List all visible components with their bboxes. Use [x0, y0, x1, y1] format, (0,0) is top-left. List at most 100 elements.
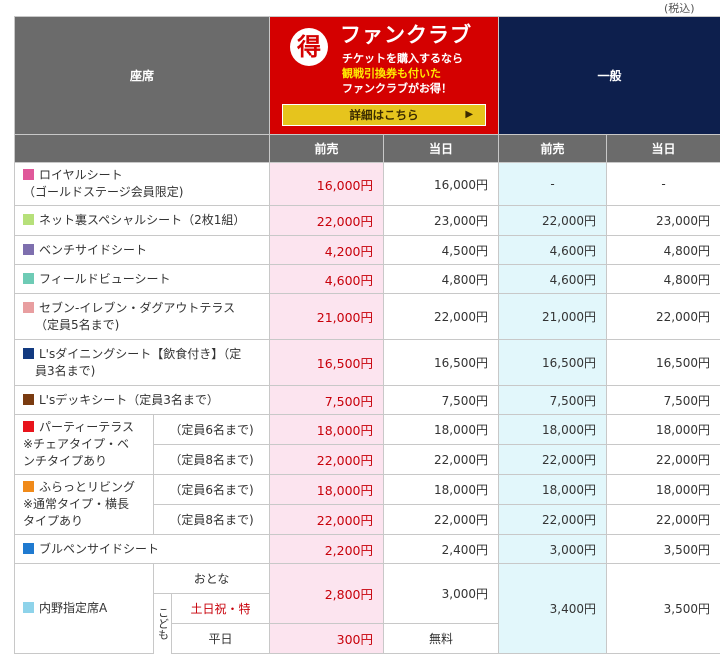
capacity-label: （定員8名まで) — [152, 504, 271, 535]
seat-subheader-blank — [13, 134, 271, 163]
bench-swatch — [23, 243, 34, 255]
seat-name-cell: ブルペンサイドシート — [13, 534, 271, 564]
adult-label: おとな — [152, 563, 271, 594]
fan-dayof-price: 7,500円 — [383, 385, 500, 415]
seat-name: ロイヤルシート — [39, 168, 123, 182]
seat-name-cell: ネット裏スペシャルシート（2枚1組） — [13, 205, 271, 236]
seat-name-cell: ロイヤルシート （ゴールドステージ会員限定) — [13, 162, 271, 206]
general-dayof-price: 22,000円 — [606, 444, 720, 475]
fan-presale-price: 4,200円 — [269, 235, 385, 265]
table-row: L'sダイニングシート【飲食付き】（定 員3名まで) 16,500円 16,50… — [13, 339, 720, 386]
fanclub-promo-line1: チケットを購入するなら — [342, 52, 464, 65]
child-label: こども — [154, 593, 172, 654]
table-row: ベンチサイドシート 4,200円 4,500円 4,600円 4,800円 — [13, 235, 720, 265]
seat-name-cell: フィールドビューシート — [13, 264, 271, 294]
seat-note: 員3名まで) — [35, 363, 96, 378]
fan-presale-price: 4,600円 — [269, 264, 385, 294]
seat-note: （定員5名まで) — [35, 317, 120, 332]
fanclub-details-button[interactable]: 詳細はこちら ▶ — [282, 104, 487, 126]
seat-name: L'sダイニングシート【飲食付き】（定 — [39, 346, 242, 361]
general-dayof-price: 23,000円 — [606, 205, 720, 236]
seat-name-cell: セブン-イレブン・ダグアウトテラス （定員5名まで) — [13, 293, 271, 340]
seven-swatch — [23, 301, 34, 313]
general-dayof-price: 22,000円 — [606, 504, 720, 535]
general-presale-price: 4,600円 — [498, 264, 608, 294]
general-presale-price: 16,500円 — [498, 339, 608, 386]
fan-dayof-price: 4,800円 — [383, 264, 500, 294]
table-row: ネット裏スペシャルシート（2枚1組） 22,000円 23,000円 22,00… — [13, 205, 720, 236]
fan-presale-price: 16,000円 — [269, 162, 385, 206]
seat-name: L'sデッキシート（定員3名まで） — [39, 392, 219, 407]
fanclub-title: ファンクラブ — [340, 23, 473, 47]
fan-dayof-price: 18,000円 — [383, 414, 500, 445]
general-dayof-price: 4,800円 — [606, 264, 720, 294]
party-swatch — [23, 421, 34, 432]
general-dayof-price: 7,500円 — [606, 385, 720, 415]
fan-dayof-price: 22,000円 — [383, 293, 500, 340]
fan-presale-price: 7,500円 — [269, 385, 385, 415]
seat-name-cell: ベンチサイドシート — [13, 235, 271, 265]
fan-presale-price: 22,000円 — [269, 205, 385, 236]
table-row: フィールドビューシート 4,600円 4,800円 4,600円 4,800円 — [13, 264, 720, 294]
seat-name-cell: パーティーテラス ※チェアタイプ・ベ ンチタイプあり — [14, 414, 154, 475]
arrow-right-icon: ▶ — [465, 109, 474, 120]
fanclub-promo-line2: 観戦引換券も付いた — [342, 67, 442, 80]
fan-dayof-price: 18,000円 — [383, 474, 500, 505]
capacity-label: （定員8名まで) — [152, 444, 271, 475]
general-presale-price: 7,500円 — [498, 385, 608, 415]
general-presale-price: 4,600円 — [498, 235, 608, 265]
fan-dayof-price: 3,000円 — [383, 563, 500, 624]
fan-presale-price: 22,000円 — [269, 504, 385, 535]
general-dayof-price: 3,500円 — [606, 534, 720, 564]
fanclub-promo-line3: ファンクラブがお得！ — [342, 82, 453, 95]
fan-dayof-price: 22,000円 — [383, 444, 500, 475]
dining-swatch — [23, 347, 34, 359]
fanclub-header: 得 ファンクラブ チケットを購入するなら 観戦引換券も付いた ファンクラブがお得… — [269, 16, 500, 135]
general-dayof-price: 4,800円 — [606, 235, 720, 265]
royal-swatch — [23, 169, 34, 180]
general-presale-price: 3,000円 — [498, 534, 608, 564]
uchino-swatch — [23, 602, 34, 613]
general-dayof-price: 18,000円 — [606, 474, 720, 505]
general-presale-price: 3,400円 — [498, 563, 608, 654]
bullpen-swatch — [23, 542, 34, 554]
table-row: セブン-イレブン・ダグアウトテラス （定員5名まで) 21,000円 22,00… — [13, 293, 720, 340]
seat-name: パーティーテラス — [39, 420, 135, 434]
fanclub-badge-icon: 得 — [290, 28, 329, 66]
seat-name: 内野指定席A — [39, 601, 108, 615]
seat-name: フィールドビューシート — [39, 271, 171, 286]
seat-name: ネット裏スペシャルシート（2枚1組） — [39, 213, 246, 227]
price-table: 座席 得 ファンクラブ チケットを購入するなら 観戦引換券も付いた ファンクラブ… — [13, 16, 720, 654]
fan-presale-price: 16,500円 — [269, 339, 385, 386]
seat-note: ※通常タイプ・横長 — [23, 497, 130, 511]
seat-name-cell: 内野指定席A — [14, 563, 154, 654]
fan-dayof-price: 4,500円 — [383, 235, 500, 265]
table-row: ふらっとリビング ※通常タイプ・横長 タイプあり （定員6名まで) 18,000… — [14, 474, 720, 535]
fan-presale-price: 18,000円 — [269, 474, 385, 505]
seat-name: ブルペンサイドシート — [39, 541, 160, 556]
seat-name: セブン-イレブン・ダグアウトテラス — [39, 300, 236, 315]
seat-name-cell: L'sデッキシート（定員3名まで） — [13, 385, 271, 415]
general-dayof-price: 22,000円 — [606, 293, 720, 340]
fan-presale-price: 2,200円 — [269, 534, 385, 564]
seat-note: （ゴールドステージ会員限定) — [23, 185, 184, 199]
child-holiday-cell: こども 土日祝・特 — [152, 593, 271, 654]
seat-note: ※チェアタイプ・ベ — [23, 437, 130, 451]
table-row: ロイヤルシート （ゴールドステージ会員限定) 16,000円 16,000円 -… — [13, 162, 720, 206]
general-presale-price: 18,000円 — [498, 414, 608, 445]
fan-presale-price: 21,000円 — [269, 293, 385, 340]
furatto-swatch — [23, 481, 34, 492]
general-presale-price: 21,000円 — [498, 293, 608, 340]
general-header: 一般 — [498, 16, 720, 135]
fan-presale-header: 前売 — [269, 134, 385, 163]
seat-name: ベンチサイドシート — [39, 242, 148, 257]
fanclub-details-label: 詳細はこちら — [349, 108, 419, 122]
fan-dayof-price: 2,400円 — [383, 534, 500, 564]
fan-presale-price: 18,000円 — [269, 414, 385, 445]
netura-swatch — [23, 214, 34, 225]
seat-header: 座席 — [13, 16, 271, 135]
table-row: L'sデッキシート（定員3名まで） 7,500円 7,500円 7,500円 7… — [13, 385, 720, 415]
general-presale-price: 18,000円 — [498, 474, 608, 505]
general-presale-header: 前売 — [498, 134, 608, 163]
general-dayof-price: 18,000円 — [606, 414, 720, 445]
